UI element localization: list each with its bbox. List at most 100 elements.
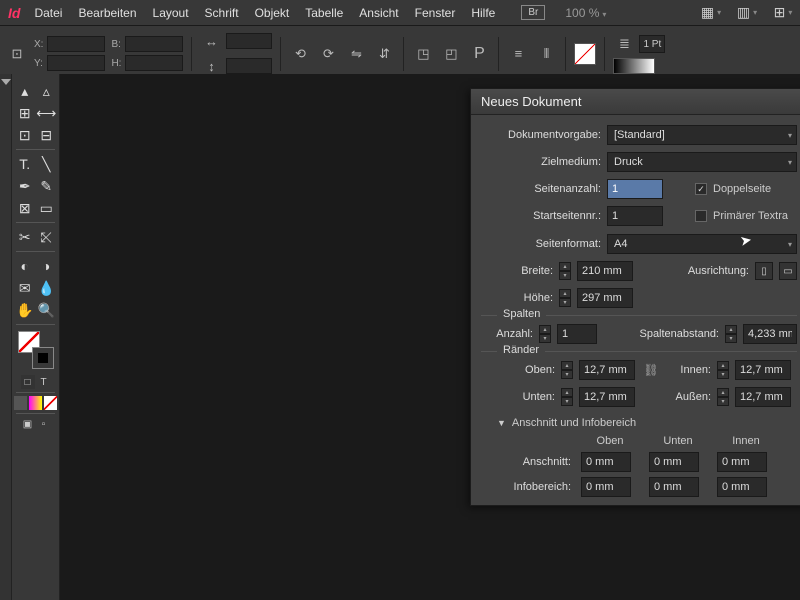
rectangle-frame-tool[interactable]: ⊠ [14, 197, 36, 219]
rectangle-tool[interactable]: ▭ [36, 197, 58, 219]
rotate-ccw-icon[interactable]: ⟲ [289, 43, 311, 65]
scale-x-input[interactable] [226, 33, 272, 49]
bleed-disclosure[interactable]: ▼ Anschnitt und Infobereich [497, 417, 797, 429]
margin-bottom-input[interactable] [579, 387, 635, 407]
eyedropper-tool[interactable]: 💧 [36, 277, 58, 299]
menu-hilfe[interactable]: Hilfe [471, 6, 495, 20]
slug-inside-input[interactable] [717, 477, 767, 497]
height-spinner[interactable]: ▴▾ [559, 289, 571, 307]
page-tool[interactable]: ⊞ [14, 102, 36, 124]
menu-tabelle[interactable]: Tabelle [305, 6, 343, 20]
formatting-text-icon[interactable]: T [37, 375, 51, 389]
fill-swatch-icon[interactable] [574, 43, 596, 65]
margin-inside-input[interactable] [735, 360, 791, 380]
workspace-icon[interactable]: ⊞▾ [774, 5, 792, 21]
zoom-tool[interactable]: 🔍 [36, 299, 58, 321]
paragraph-icon[interactable]: P [468, 43, 490, 65]
fill-stroke-proxy[interactable] [16, 331, 56, 369]
pages-input[interactable] [607, 179, 663, 199]
margin-link-icon[interactable]: ⛓ [641, 363, 661, 377]
startpage-input[interactable] [607, 206, 663, 226]
note-tool[interactable]: ✉ [14, 277, 36, 299]
view-mode-preview-icon[interactable]: ▫ [37, 417, 51, 431]
scale-x-icon[interactable]: ↔ [200, 30, 222, 52]
menu-schrift[interactable]: Schrift [205, 6, 239, 20]
stroke-style-swatch[interactable] [613, 58, 655, 74]
bleed-inside-input[interactable] [717, 452, 767, 472]
gutter-input[interactable] [743, 324, 797, 344]
menu-layout[interactable]: Layout [153, 6, 189, 20]
screen-mode-icon[interactable]: ▦▾ [702, 5, 720, 21]
x-input[interactable] [47, 36, 105, 52]
pen-tool[interactable]: ✒ [14, 175, 36, 197]
width-input[interactable] [577, 261, 633, 281]
align-icon[interactable]: ≡ [507, 43, 529, 65]
pagesize-label: Seitenformat: [481, 238, 601, 250]
margin-inside-spinner[interactable]: ▴▾ [717, 361, 729, 379]
apply-color-icon[interactable] [14, 396, 27, 410]
height-input[interactable] [577, 288, 633, 308]
margin-outside-spinner[interactable]: ▴▾ [717, 388, 729, 406]
content-placer-tool[interactable]: ⊟ [36, 124, 58, 146]
apply-none-icon[interactable] [44, 396, 57, 410]
transform-tool[interactable]: ⤪ [36, 226, 58, 248]
arrange-icon[interactable]: ▥▾ [738, 5, 756, 21]
slug-top-input[interactable] [581, 477, 631, 497]
menu-bearbeiten[interactable]: Bearbeiten [78, 6, 136, 20]
y-input[interactable] [47, 55, 105, 71]
bridge-badge[interactable]: Br [521, 5, 545, 20]
orient-landscape-button[interactable]: ▭ [779, 262, 797, 280]
gradient-feather-tool[interactable]: ◑ [36, 255, 58, 277]
margin-top-spinner[interactable]: ▴▾ [561, 361, 573, 379]
width-spinner[interactable]: ▴▾ [559, 262, 571, 280]
facing-checkbox[interactable]: ✓ [695, 183, 707, 195]
col-count-input[interactable] [557, 324, 597, 344]
scissors-tool[interactable]: ✂ [14, 226, 36, 248]
formatting-container-icon[interactable]: □ [21, 375, 35, 389]
menu-ansicht[interactable]: Ansicht [359, 6, 398, 20]
selection-tool[interactable]: ▴ [14, 80, 36, 102]
menu-datei[interactable]: Datei [34, 6, 62, 20]
intent-select[interactable]: Druck [607, 152, 797, 172]
col-count-spinner[interactable]: ▴▾ [539, 325, 551, 343]
line-tool[interactable]: ╲ [36, 153, 58, 175]
stroke-weight-input[interactable]: 1 Pt [639, 35, 665, 53]
primaryframe-checkbox[interactable] [695, 210, 707, 222]
flip-v-icon[interactable]: ⇵ [373, 43, 395, 65]
orient-portrait-button[interactable]: ▯ [755, 262, 773, 280]
w-input[interactable] [125, 36, 183, 52]
scale-y-input[interactable] [226, 58, 272, 74]
pagesize-select[interactable]: A4 [607, 234, 797, 254]
gap-tool[interactable]: ⟷ [36, 102, 58, 124]
flip-h-icon[interactable]: ⇋ [345, 43, 367, 65]
pagesize-value: A4 [614, 238, 627, 250]
zoom-level[interactable]: 100 %▾ [565, 6, 606, 20]
view-mode-normal-icon[interactable]: ▣ [21, 417, 35, 431]
bleed-bottom-input[interactable] [649, 452, 699, 472]
type-tool[interactable]: T. [14, 153, 36, 175]
menu-fenster[interactable]: Fenster [415, 6, 456, 20]
select-content-icon[interactable]: ◰ [440, 43, 462, 65]
reference-point-icon[interactable]: ⊡ [6, 43, 28, 65]
margin-top-label: Oben: [481, 364, 555, 376]
direct-selection-tool[interactable]: ▵ [36, 80, 58, 102]
distribute-icon[interactable]: ⫴ [535, 43, 557, 65]
select-container-icon[interactable]: ◳ [412, 43, 434, 65]
margin-outside-input[interactable] [735, 387, 791, 407]
apply-gradient-icon[interactable] [29, 396, 42, 410]
preset-select[interactable]: [Standard] [607, 125, 797, 145]
h-input[interactable] [125, 55, 183, 71]
toolbox: ▴▵ ⊞⟷ ⊡⊟ T.╲ ✒✎ ⊠▭ ✂⤪ ◐◑ ✉💧 ✋🔍 □T ▣▫ [12, 74, 60, 600]
margin-top-input[interactable] [579, 360, 635, 380]
slug-bottom-input[interactable] [649, 477, 699, 497]
hand-tool[interactable]: ✋ [14, 299, 36, 321]
margin-bottom-spinner[interactable]: ▴▾ [561, 388, 573, 406]
menu-objekt[interactable]: Objekt [255, 6, 290, 20]
panel-strip[interactable] [0, 74, 12, 600]
pencil-tool[interactable]: ✎ [36, 175, 58, 197]
bleed-top-input[interactable] [581, 452, 631, 472]
gradient-swatch-tool[interactable]: ◐ [14, 255, 36, 277]
gutter-spinner[interactable]: ▴▾ [725, 325, 737, 343]
content-collector-tool[interactable]: ⊡ [14, 124, 36, 146]
rotate-cw-icon[interactable]: ⟳ [317, 43, 339, 65]
